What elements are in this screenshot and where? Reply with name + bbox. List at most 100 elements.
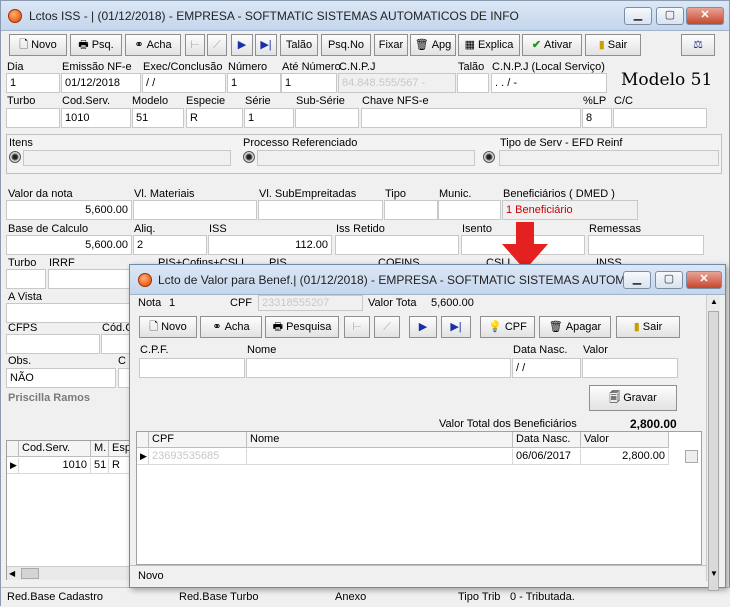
- save-icon: 🗐: [609, 392, 621, 404]
- talao-button[interactable]: Talão: [280, 34, 318, 56]
- itens-field: [23, 150, 231, 166]
- irrf-field[interactable]: [48, 269, 138, 289]
- dialog-next-button[interactable]: ▶: [409, 316, 437, 338]
- form-datanasc-input[interactable]: / /: [512, 358, 581, 378]
- vl-subempreitadas-field[interactable]: [258, 200, 383, 220]
- table-cell[interactable]: 06/06/2017: [513, 449, 581, 465]
- minimize-button[interactable]: ▁: [624, 7, 652, 25]
- ativar-button[interactable]: ✔ Ativar: [522, 34, 582, 56]
- dialog-status-text: Novo: [138, 570, 164, 582]
- obs-field[interactable]: NÃO: [6, 368, 116, 388]
- explica-button[interactable]: ▦ Explica: [458, 34, 520, 56]
- tiposerv-field: [499, 150, 719, 166]
- dialog-pesquisa-button[interactable]: 🖶 Pesquisa: [265, 316, 339, 338]
- last-record-button[interactable]: ▶|: [255, 34, 277, 56]
- subserie-field[interactable]: [295, 108, 359, 128]
- obs-label: Obs.: [8, 355, 32, 367]
- dialog-apagar-button[interactable]: 🗑 Apagar: [539, 316, 611, 338]
- dialog-sair-button[interactable]: ▮ Sair: [616, 316, 680, 338]
- turbo2-field[interactable]: [6, 269, 46, 289]
- beneficiary-dialog: Lcto de Valor para Benef.| (01/12/2018) …: [129, 264, 726, 591]
- cfps-field[interactable]: [6, 334, 100, 354]
- emissao-field[interactable]: 01/12/2018: [61, 73, 141, 93]
- avista-field[interactable]: [6, 303, 130, 323]
- table-cell[interactable]: 23693535685: [149, 449, 247, 465]
- especie-field[interactable]: R: [186, 108, 243, 128]
- cnpj-local-field[interactable]: . . / -: [491, 73, 607, 93]
- tiposerv-radio[interactable]: [483, 151, 495, 163]
- processo-radio[interactable]: [243, 151, 255, 163]
- gravar-button[interactable]: 🗐 Gravar: [589, 385, 677, 411]
- first-record-button[interactable]: ⊢: [185, 34, 205, 56]
- maximize-button[interactable]: ▢: [656, 7, 684, 25]
- sair-button[interactable]: ▮ Sair: [585, 34, 641, 56]
- lp-field[interactable]: 8: [582, 108, 612, 128]
- table-cell[interactable]: 51: [91, 458, 109, 474]
- processo-label: Processo Referenciado: [243, 137, 358, 149]
- dialog-minimize-button[interactable]: ▁: [623, 271, 651, 289]
- prev-record-button[interactable]: ⟋: [207, 34, 227, 56]
- dialog-status-bar: Novo: [130, 565, 706, 587]
- dialog-acha-button[interactable]: ⚭ Acha: [200, 316, 262, 338]
- form-cpf-input[interactable]: [139, 358, 245, 378]
- scroll-left-icon: ◀: [9, 569, 16, 578]
- ate-numero-field[interactable]: 1: [281, 73, 337, 93]
- dialog-app-icon: [138, 273, 152, 287]
- numero-field[interactable]: 1: [227, 73, 281, 93]
- cnpj-field[interactable]: 84.848.555/567 -: [338, 73, 456, 93]
- apg-button[interactable]: 🗑 Apg: [410, 34, 456, 56]
- table-cell[interactable]: 1010: [19, 458, 91, 474]
- tiposerv-label: Tipo de Serv - EFD Reinf: [500, 137, 623, 149]
- modelo-field[interactable]: 51: [132, 108, 184, 128]
- dialog-close-button[interactable]: ✕: [686, 271, 722, 289]
- scales-button[interactable]: ⚖: [681, 34, 715, 56]
- psqno-button[interactable]: Psq.No: [321, 34, 371, 56]
- novo-button[interactable]: 🗋 Novo: [9, 34, 67, 56]
- dialog-first-button[interactable]: ⊢: [344, 316, 370, 338]
- vl-materiais-field[interactable]: [133, 200, 257, 220]
- dialog-cpf-button[interactable]: 💡 CPF: [480, 316, 535, 338]
- serie-field[interactable]: 1: [244, 108, 294, 128]
- dialog-prev-button[interactable]: ⟋: [374, 316, 400, 338]
- chave-field[interactable]: [361, 108, 581, 128]
- aliq-field[interactable]: 2: [133, 235, 207, 255]
- dia-field[interactable]: 1: [6, 73, 60, 93]
- cod-c-field[interactable]: [101, 334, 130, 354]
- acha-button[interactable]: ⚭ Acha: [125, 34, 181, 56]
- row-pointer-icon: ▶: [7, 458, 19, 474]
- table-cell[interactable]: [247, 449, 513, 465]
- close-button[interactable]: ✕: [686, 7, 724, 25]
- base-calculo-field[interactable]: 5,600.00: [6, 235, 132, 255]
- dialog-maximize-button[interactable]: ▢: [655, 271, 683, 289]
- grid-scroll-thumb[interactable]: [685, 450, 698, 463]
- form-valor-label: Valor: [583, 344, 608, 356]
- iss-retido-field[interactable]: [335, 235, 459, 255]
- scroll-thumb[interactable]: [21, 568, 39, 579]
- dialog-scroll-thumb[interactable]: [708, 311, 719, 591]
- iss-field[interactable]: 112.00: [208, 235, 332, 255]
- remessas-field[interactable]: [588, 235, 704, 255]
- dialog-novo-button[interactable]: 🗋 Novo: [139, 316, 197, 338]
- form-valor-input[interactable]: [582, 358, 678, 378]
- especie-label: Especie: [186, 95, 226, 107]
- dialog-last-button[interactable]: ▶|: [441, 316, 471, 338]
- table-cell[interactable]: 2,800.00: [581, 449, 669, 465]
- munic-field[interactable]: [438, 200, 501, 220]
- form-nome-input[interactable]: [246, 358, 511, 378]
- tipo-field[interactable]: [384, 200, 438, 220]
- fixar-button[interactable]: Fixar: [374, 34, 408, 56]
- table-cell[interactable]: R: [109, 458, 131, 474]
- pesq-button[interactable]: 🖶 Psq.: [70, 34, 122, 56]
- exec-field[interactable]: / /: [142, 73, 226, 93]
- next-record-button[interactable]: ▶: [231, 34, 253, 56]
- cc-field[interactable]: [613, 108, 707, 128]
- valor-nota-field[interactable]: 5,600.00: [6, 200, 132, 220]
- codserv-field[interactable]: 1010: [61, 108, 131, 128]
- beneficiarios-field[interactable]: 1 Beneficiário: [502, 200, 638, 220]
- nota-label: Nota: [138, 297, 162, 309]
- talao-field[interactable]: [457, 73, 489, 93]
- horizontal-scrollbar[interactable]: ◀: [7, 566, 131, 580]
- turbo-field[interactable]: [6, 108, 60, 128]
- itens-radio[interactable]: [9, 151, 21, 163]
- dialog-vertical-scrollbar[interactable]: ▲ ▼: [706, 295, 720, 591]
